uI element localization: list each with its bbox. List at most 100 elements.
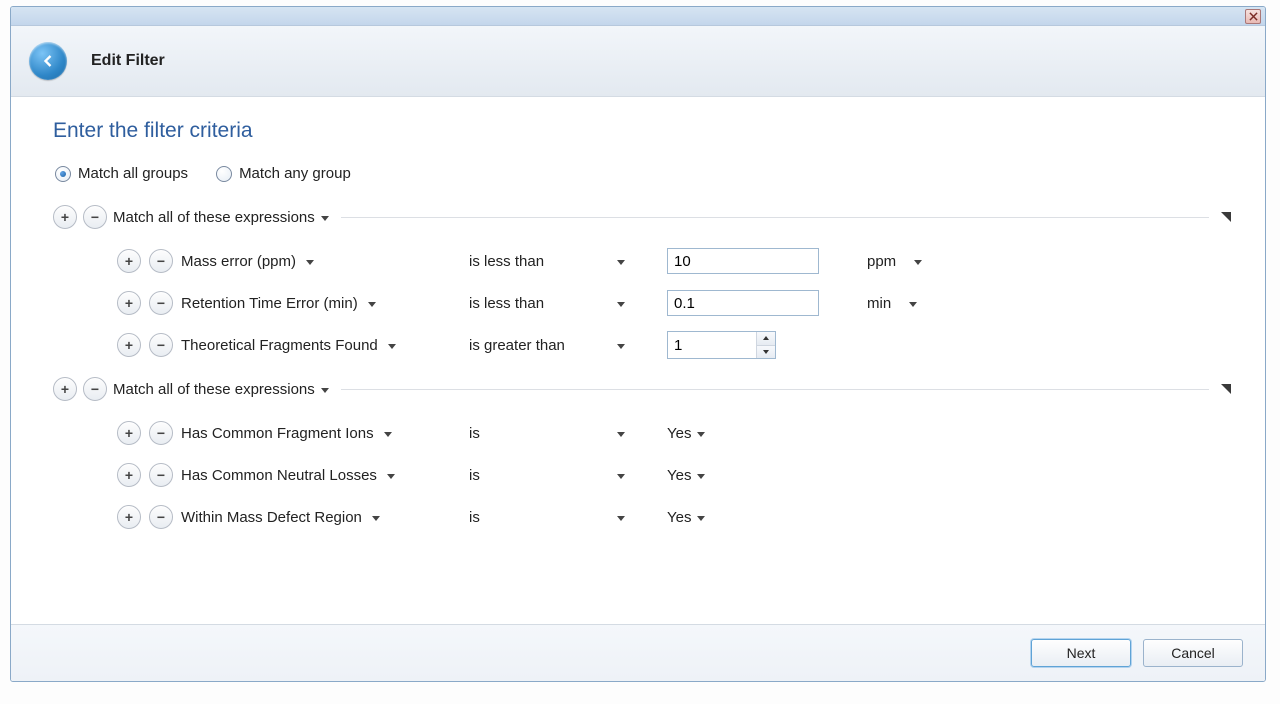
operator-label: is xyxy=(469,509,480,526)
operator-dropdown[interactable]: is xyxy=(469,509,659,526)
remove-expression-button[interactable]: − xyxy=(149,249,173,273)
operator-label: is xyxy=(469,425,480,442)
value-input[interactable] xyxy=(667,248,819,274)
remove-expression-button[interactable]: − xyxy=(149,463,173,487)
unit-label: min xyxy=(867,295,891,312)
field-label: Mass error (ppm) xyxy=(181,253,296,270)
group-header: +−Match all of these expressions xyxy=(53,374,1231,404)
group-mode-dropdown[interactable]: Match all of these expressions xyxy=(113,209,329,226)
group-header: +−Match all of these expressions xyxy=(53,202,1231,232)
value-input[interactable] xyxy=(668,332,756,358)
add-expression-button[interactable]: + xyxy=(117,249,141,273)
field-dropdown[interactable]: Mass error (ppm) xyxy=(181,253,314,270)
field-dropdown[interactable]: Has Common Neutral Losses xyxy=(181,467,395,484)
operator-dropdown[interactable]: is greater than xyxy=(469,337,659,354)
chevron-down-icon xyxy=(321,216,329,221)
content-area: Enter the filter criteria Match all grou… xyxy=(11,97,1265,585)
add-group-button[interactable]: + xyxy=(53,205,77,229)
add-expression-button[interactable]: + xyxy=(117,505,141,529)
field-label: Has Common Neutral Losses xyxy=(181,467,377,484)
radio-icon xyxy=(216,166,232,182)
group-mode-dropdown[interactable]: Match all of these expressions xyxy=(113,381,329,398)
add-expression-button[interactable]: + xyxy=(117,421,141,445)
remove-expression-button[interactable]: − xyxy=(149,505,173,529)
add-expression-button[interactable]: + xyxy=(117,333,141,357)
footer: Next Cancel xyxy=(11,624,1265,681)
chevron-down-icon xyxy=(384,432,392,437)
radio-label: Match any group xyxy=(239,165,351,182)
unit-label: ppm xyxy=(867,253,896,270)
resize-handle-icon[interactable] xyxy=(1221,384,1231,394)
expression-row: +−Has Common Fragment Ions is Yes xyxy=(117,412,1231,454)
value-label: Yes xyxy=(667,425,691,442)
expression-group: +−Match all of these expressions+−Has Co… xyxy=(53,374,1231,538)
operator-dropdown[interactable]: is less than xyxy=(469,295,659,312)
section-title: Enter the filter criteria xyxy=(53,119,1231,143)
back-button[interactable] xyxy=(29,42,67,80)
group-mode-label: Match all of these expressions xyxy=(113,381,315,398)
header: Edit Filter xyxy=(11,26,1265,97)
chevron-down-icon xyxy=(368,302,376,307)
match-all-groups-radio[interactable]: Match all groups xyxy=(55,165,188,182)
chevron-down-icon xyxy=(321,388,329,393)
operator-dropdown[interactable]: is xyxy=(469,425,659,442)
expression-row: +−Mass error (ppm) is less than ppm xyxy=(117,240,1231,282)
chevron-down-icon xyxy=(617,302,625,307)
chevron-down-icon xyxy=(617,516,625,521)
field-label: Has Common Fragment Ions xyxy=(181,425,374,442)
add-expression-button[interactable]: + xyxy=(117,291,141,315)
add-expression-button[interactable]: + xyxy=(117,463,141,487)
field-dropdown[interactable]: Has Common Fragment Ions xyxy=(181,425,392,442)
titlebar xyxy=(11,7,1265,26)
remove-expression-button[interactable]: − xyxy=(149,333,173,357)
field-dropdown[interactable]: Within Mass Defect Region xyxy=(181,509,380,526)
add-group-button[interactable]: + xyxy=(53,377,77,401)
field-dropdown[interactable]: Theoretical Fragments Found xyxy=(181,337,396,354)
radio-label: Match all groups xyxy=(78,165,188,182)
operator-label: is xyxy=(469,467,480,484)
operator-label: is less than xyxy=(469,253,544,270)
remove-expression-button[interactable]: − xyxy=(149,291,173,315)
chevron-down-icon xyxy=(697,432,705,437)
chevron-down-icon xyxy=(697,474,705,479)
operator-label: is less than xyxy=(469,295,544,312)
field-label: Theoretical Fragments Found xyxy=(181,337,378,354)
expression-rows: +−Mass error (ppm)is less thanppm+−Reten… xyxy=(53,232,1231,366)
chevron-down-icon xyxy=(763,350,769,354)
remove-group-button[interactable]: − xyxy=(83,377,107,401)
operator-dropdown[interactable]: is xyxy=(469,467,659,484)
close-icon[interactable] xyxy=(1245,9,1261,24)
value-dropdown[interactable]: Yes xyxy=(667,425,705,442)
spinner-down-button[interactable] xyxy=(757,346,775,359)
value-input[interactable] xyxy=(667,290,819,316)
chevron-down-icon[interactable] xyxy=(909,302,917,307)
expression-group: +−Match all of these expressions+−Mass e… xyxy=(53,202,1231,366)
match-any-group-radio[interactable]: Match any group xyxy=(216,165,351,182)
value-dropdown[interactable]: Yes xyxy=(667,467,705,484)
value-dropdown[interactable]: Yes xyxy=(667,509,705,526)
divider xyxy=(341,389,1209,390)
remove-expression-button[interactable]: − xyxy=(149,421,173,445)
next-button[interactable]: Next xyxy=(1031,639,1131,667)
field-label: Within Mass Defect Region xyxy=(181,509,362,526)
divider xyxy=(341,217,1209,218)
chevron-down-icon xyxy=(388,344,396,349)
chevron-down-icon xyxy=(387,474,395,479)
chevron-down-icon xyxy=(697,516,705,521)
chevron-down-icon xyxy=(617,432,625,437)
remove-group-button[interactable]: − xyxy=(83,205,107,229)
match-mode-radios: Match all groups Match any group xyxy=(53,165,1231,182)
group-mode-label: Match all of these expressions xyxy=(113,209,315,226)
dialog-window: Edit Filter Enter the filter criteria Ma… xyxy=(10,6,1266,682)
expression-rows: +−Has Common Fragment IonsisYes+−Has Com… xyxy=(53,404,1231,538)
value-label: Yes xyxy=(667,467,691,484)
operator-dropdown[interactable]: is less than xyxy=(469,253,659,270)
expression-row: +−Within Mass Defect Region is Yes xyxy=(117,496,1231,538)
page-title: Edit Filter xyxy=(91,52,165,70)
spinner-up-button[interactable] xyxy=(757,332,775,346)
resize-handle-icon[interactable] xyxy=(1221,212,1231,222)
radio-icon xyxy=(55,166,71,182)
cancel-button[interactable]: Cancel xyxy=(1143,639,1243,667)
field-dropdown[interactable]: Retention Time Error (min) xyxy=(181,295,376,312)
chevron-down-icon[interactable] xyxy=(914,260,922,265)
